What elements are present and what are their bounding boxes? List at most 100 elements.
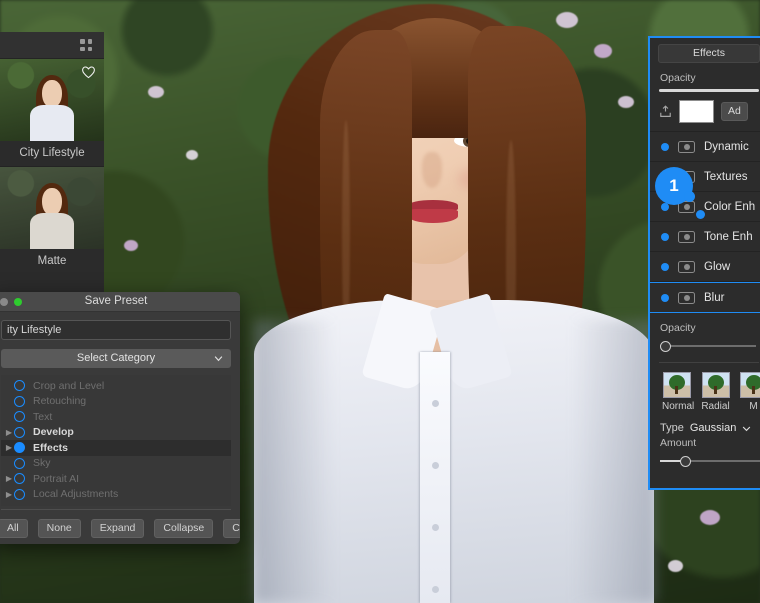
category-radio[interactable] (14, 396, 25, 407)
effect-item-dynamic[interactable]: Dynamic (650, 132, 760, 162)
lens-icon (678, 292, 695, 304)
dialog-title-bar[interactable]: Save Preset (0, 292, 240, 312)
category-row[interactable]: ▶Crop and Level (1, 378, 231, 394)
effect-enabled-toggle[interactable] (661, 263, 669, 271)
maximize-button[interactable] (14, 298, 22, 306)
shirt-shadow (254, 320, 334, 603)
category-list[interactable]: ▶Crop and Level▶Retouching▶Text▶Develop▶… (1, 375, 231, 506)
heart-icon[interactable] (81, 65, 96, 79)
effect-item-blur[interactable]: Blur (650, 282, 760, 313)
category-row[interactable]: ▶ Develop (1, 425, 231, 441)
save-preset-dialog[interactable]: Save Preset ity Lifestyle Select Categor… (0, 292, 240, 544)
layer-source-row: Ad (650, 92, 760, 132)
blend-mode-thumbnail[interactable] (702, 372, 730, 398)
category-label: Develop (33, 426, 74, 438)
category-select[interactable]: Select Category (1, 349, 231, 368)
effects-panel[interactable]: Effects Opacity Ad DynamicTexturesColor … (648, 36, 760, 490)
effect-label: Dynamic (704, 141, 749, 153)
effect-label: Glow (704, 261, 730, 273)
disclosure-triangle-icon[interactable]: ▶ (4, 440, 14, 455)
preset-thumbnail[interactable] (0, 167, 104, 249)
preset-thumbnail[interactable] (0, 59, 104, 141)
category-row[interactable]: ▶Effects (1, 440, 231, 456)
effect-enabled-toggle[interactable] (661, 233, 669, 241)
shirt-button (432, 586, 439, 593)
category-radio[interactable] (14, 442, 25, 453)
blend-mode-m[interactable]: M (739, 372, 760, 412)
callout-badge-1: 1 (655, 167, 693, 205)
shirt-button (432, 462, 439, 469)
category-row[interactable]: ▶ Local Adjustments (1, 487, 231, 503)
type-row[interactable]: Type Gaussian (650, 412, 760, 434)
minimize-button[interactable] (0, 298, 8, 306)
expand-button[interactable]: Expand (91, 519, 145, 538)
upload-icon[interactable] (659, 105, 672, 118)
amount-slider[interactable] (660, 456, 760, 467)
shirt-placket (420, 352, 450, 603)
effect-enabled-toggle[interactable] (661, 143, 669, 151)
model-subject (232, 0, 662, 603)
lips (408, 209, 458, 223)
shirt-button (432, 524, 439, 531)
preset-item-matte[interactable]: Matte (0, 167, 104, 274)
category-radio[interactable] (14, 427, 25, 438)
blossom (186, 150, 198, 160)
blossom (148, 86, 164, 98)
category-radio[interactable] (14, 458, 25, 469)
cancel-button[interactable]: Cancel (223, 519, 240, 538)
add-button[interactable]: Ad (721, 102, 748, 121)
nose (422, 152, 442, 188)
lens-icon (678, 141, 695, 153)
slider-knob[interactable] (680, 456, 691, 467)
blend-mode-normal[interactable]: Normal (662, 372, 692, 412)
preset-label: Matte (0, 249, 104, 274)
category-label: Crop and Level (33, 380, 104, 392)
category-label: Local Adjustments (33, 488, 118, 500)
category-row[interactable]: ▶Portrait AI (1, 471, 231, 487)
blur-opacity-label: Opacity (650, 313, 760, 334)
callout-dot (696, 210, 705, 219)
chevron-down-icon[interactable] (742, 424, 751, 433)
tab-effects[interactable]: Effects (658, 44, 760, 63)
effect-item-glow[interactable]: Glow (650, 252, 760, 282)
slider-knob[interactable] (660, 341, 671, 352)
blend-mode-thumbnail[interactable] (663, 372, 691, 398)
blend-mode-thumbnail[interactable] (740, 372, 760, 398)
category-label: Text (33, 411, 52, 423)
category-radio[interactable] (14, 411, 25, 422)
lens-icon (678, 261, 695, 273)
preset-name-input[interactable]: ity Lifestyle (1, 320, 231, 340)
disclosure-triangle-icon[interactable]: ▶ (4, 425, 14, 440)
blend-mode-label: M (739, 401, 760, 412)
collapse-button[interactable]: Collapse (154, 519, 213, 538)
disclosure-triangle-icon[interactable]: ▶ (4, 487, 14, 502)
presets-panel[interactable]: City Lifestyle Matte (0, 32, 104, 294)
chevron-down-icon (214, 354, 223, 363)
category-select-label: Select Category (77, 352, 155, 364)
category-radio[interactable] (14, 489, 25, 500)
disclosure-triangle-icon[interactable]: ▶ (4, 471, 14, 486)
blur-opacity-slider[interactable] (660, 341, 756, 352)
shirt-shadow (572, 320, 656, 603)
category-radio[interactable] (14, 473, 25, 484)
category-row[interactable]: ▶Text (1, 409, 231, 425)
category-row[interactable]: ▶Sky (1, 456, 231, 472)
color-swatch[interactable] (679, 100, 714, 123)
type-value[interactable]: Gaussian (690, 422, 736, 434)
category-label: Retouching (33, 395, 86, 407)
all-button[interactable]: All (0, 519, 28, 538)
effect-item-tone-enh[interactable]: Tone Enh (650, 222, 760, 252)
category-row[interactable]: ▶Retouching (1, 394, 231, 410)
presets-panel-header (0, 32, 104, 59)
blend-mode-radial[interactable]: Radial (701, 372, 730, 412)
effect-label: Color Enh (704, 201, 755, 213)
effect-enabled-toggle[interactable] (661, 294, 669, 302)
category-radio[interactable] (14, 380, 25, 391)
callout-tail (684, 191, 695, 202)
grid-view-icon[interactable] (80, 39, 92, 51)
category-label: Sky (33, 457, 51, 469)
effects-list: DynamicTexturesColor EnhTone EnhGlowBlur (650, 132, 760, 313)
preset-item-city-lifestyle[interactable]: City Lifestyle (0, 59, 104, 166)
none-button[interactable]: None (38, 519, 81, 538)
effect-label: Tone Enh (704, 231, 753, 243)
